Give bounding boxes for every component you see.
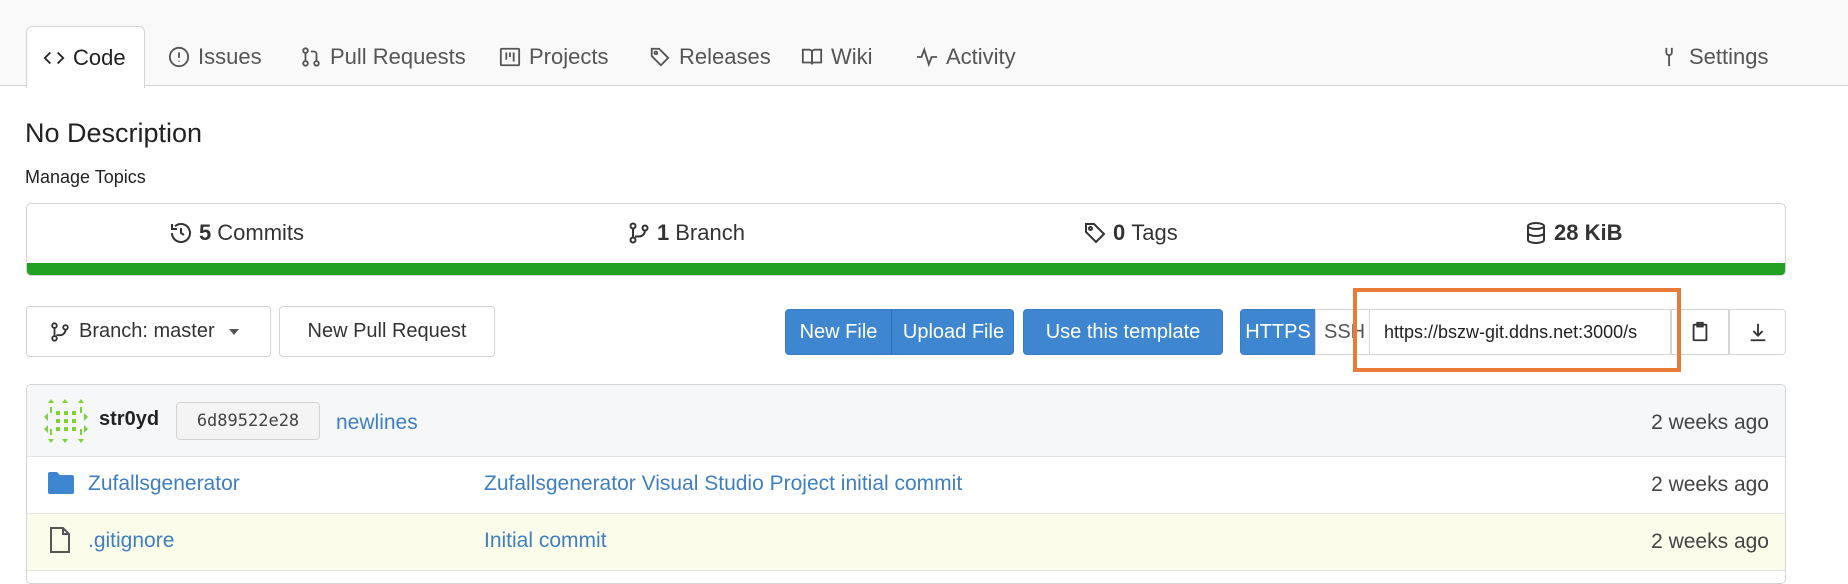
language-bar — [27, 263, 1785, 275]
commit-time: 2 weeks ago — [1651, 411, 1769, 434]
manage-topics-link[interactable]: Manage Topics — [25, 167, 146, 188]
folder-icon — [48, 472, 74, 494]
avatar[interactable] — [44, 399, 88, 443]
tab-code[interactable]: Code — [26, 26, 145, 88]
commit-message[interactable]: newlines — [336, 411, 418, 435]
tab-settings-label: Settings — [1689, 43, 1769, 69]
tab-code-label: Code — [73, 44, 126, 70]
database-icon — [1527, 222, 1545, 244]
tags-count: 0 — [1113, 220, 1126, 245]
tab-projects-label: Projects — [529, 43, 609, 69]
tags-stat[interactable]: 0 Tags — [1083, 220, 1178, 246]
latest-commit-row: str0yd 6d89522e28 newlines 2 weeks ago — [27, 385, 1785, 457]
tab-issues[interactable]: Issues — [164, 26, 266, 87]
issue-icon — [168, 46, 190, 67]
code-icon — [43, 51, 65, 64]
repo-description: No Description — [25, 118, 203, 148]
file-table: str0yd 6d89522e28 newlines 2 weeks ago Z… — [26, 384, 1786, 584]
tag-icon — [650, 47, 670, 67]
file-commit-link[interactable]: Zufallsgenerator Visual Studio Project i… — [484, 472, 962, 496]
tab-releases-label: Releases — [679, 43, 771, 69]
repo-stats-bar: 5 Commits 1 Branch 0 Tags 28 KiB — [26, 203, 1786, 276]
tab-issues-label: Issues — [198, 43, 262, 69]
clone-url-highlight — [1353, 288, 1681, 372]
repo-tab-bar: Code Issues Pull Requests Projects Relea… — [0, 0, 1848, 88]
pull-request-icon — [302, 46, 320, 67]
repo-size: 28 KiB — [1554, 220, 1623, 245]
history-icon — [171, 223, 191, 243]
branch-dropdown[interactable]: Branch: master — [26, 306, 271, 357]
caret-down-icon — [228, 328, 239, 335]
https-toggle[interactable]: HTTPS — [1240, 309, 1316, 355]
file-button-group: New File Upload File — [785, 309, 1014, 355]
tab-wiki[interactable]: Wiki — [797, 26, 877, 87]
pulse-icon — [916, 46, 938, 67]
file-time: 2 weeks ago — [1651, 530, 1769, 553]
file-time: 2 weeks ago — [1651, 473, 1769, 496]
tags-label: Tags — [1131, 220, 1178, 245]
branches-label: Branch — [675, 220, 745, 245]
use-template-button[interactable]: Use this template — [1023, 309, 1223, 355]
commit-author[interactable]: str0yd — [99, 408, 159, 431]
tab-releases[interactable]: Releases — [645, 26, 775, 87]
branch-dropdown-label: Branch: master — [79, 320, 215, 342]
file-icon — [50, 527, 70, 553]
file-commit-link[interactable]: Initial commit — [484, 529, 607, 553]
new-pull-request-button[interactable]: New Pull Request — [279, 306, 495, 357]
upload-file-button[interactable]: Upload File — [892, 310, 1015, 354]
tab-settings[interactable]: Settings — [1655, 26, 1773, 87]
table-row: Zufallsgenerator Zufallsgenerator Visual… — [27, 457, 1785, 514]
tab-activity[interactable]: Activity — [912, 26, 1020, 87]
tab-activity-label: Activity — [946, 43, 1016, 69]
project-icon — [499, 47, 521, 66]
download-icon — [1750, 323, 1765, 342]
size-stat: 28 KiB — [1524, 220, 1628, 246]
book-icon — [801, 48, 823, 65]
commits-label: Commits — [217, 220, 305, 245]
branches-count: 1 — [657, 220, 670, 245]
tag-icon — [1085, 223, 1106, 244]
tab-pull-requests[interactable]: Pull Requests — [296, 26, 470, 87]
file-name-link[interactable]: Zufallsgenerator — [88, 472, 240, 496]
commits-count: 5 — [199, 220, 212, 245]
tab-wiki-label: Wiki — [831, 43, 873, 69]
file-name-link[interactable]: .gitignore — [88, 529, 174, 553]
branch-icon — [51, 321, 69, 342]
table-row: .gitignore Initial commit 2 weeks ago — [27, 514, 1785, 571]
commits-stat[interactable]: 5 Commits — [169, 220, 304, 246]
clipboard-icon — [1692, 321, 1708, 342]
download-button[interactable] — [1729, 309, 1786, 355]
new-file-button[interactable]: New File — [786, 310, 891, 354]
branch-icon — [629, 222, 649, 244]
tools-icon — [1665, 47, 1673, 66]
commit-sha-button[interactable]: 6d89522e28 — [176, 402, 320, 440]
tab-projects[interactable]: Projects — [495, 26, 612, 87]
tab-pull-requests-label: Pull Requests — [330, 43, 466, 69]
branches-stat[interactable]: 1 Branch — [627, 220, 745, 246]
